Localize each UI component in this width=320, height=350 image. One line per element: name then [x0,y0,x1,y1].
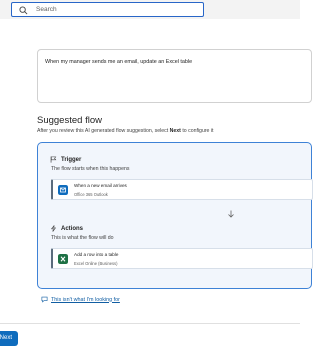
bolt-icon [50,225,57,232]
search-input[interactable]: Search [11,2,204,17]
trigger-header: Trigger [50,156,81,163]
prompt-textarea[interactable]: When my manager sends me an email, updat… [37,49,312,103]
trigger-title: Trigger [61,156,82,163]
trigger-step-connector: Office 365 Outlook [74,192,108,197]
action-step-card[interactable]: Add a row into a table Excel Online (Bus… [51,248,313,269]
not-what-im-looking-for-link[interactable]: This isn't what I'm looking for [51,297,120,303]
action-step-connector: Excel Online (Business) [74,261,118,266]
actions-title: Actions [61,225,84,232]
search-icon [19,6,28,15]
flow-suggestion-card: Trigger The flow starts when this happen… [37,142,313,289]
description-prefix: After you review this AI generated flow … [37,128,170,134]
trigger-step-title: When a new email arrives [74,183,127,188]
arrow-down-icon [228,210,234,218]
feedback-row: This isn't what I'm looking for [41,296,120,303]
suggested-flow-description: After you review this AI generated flow … [37,128,213,134]
trigger-step-card[interactable]: When a new email arrives Office 365 Outl… [51,179,313,200]
top-bar: Search [0,0,300,19]
search-placeholder: Search [36,6,57,13]
chat-feedback-icon [41,296,48,303]
flag-icon [50,156,57,163]
action-step-title: Add a row into a table [74,252,119,257]
actions-header: Actions [50,225,83,232]
description-bold-next: Next [169,128,181,134]
trigger-subtitle: The flow starts when this happens [51,166,130,172]
next-button[interactable]: Next [0,331,18,346]
description-suffix: to configure it [180,128,214,134]
suggested-flow-title: Suggested flow [37,115,102,126]
outlook-icon [58,185,68,195]
excel-icon [58,254,68,264]
prompt-text: When my manager sends me an email, updat… [45,59,193,65]
actions-subtitle: This is what the flow will do [51,235,114,241]
footer-divider [0,323,300,324]
